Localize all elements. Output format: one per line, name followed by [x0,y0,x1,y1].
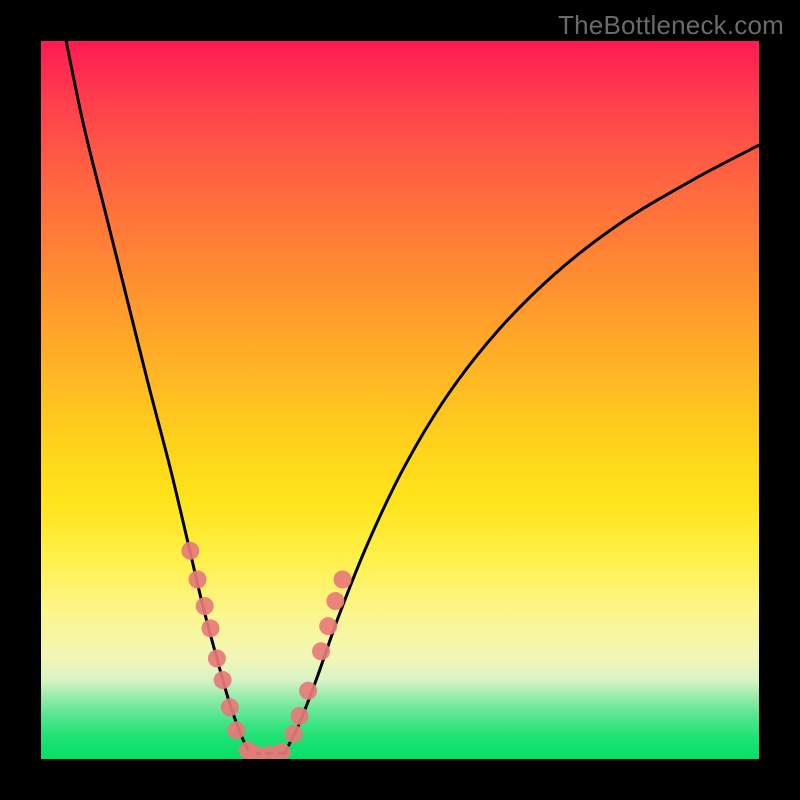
points-layer [41,41,759,759]
marker-markers-left [201,619,219,637]
marker-markers-left [181,542,199,560]
marker-markers-left [214,671,232,689]
marker-markers-bottom [273,743,291,759]
marker-markers-right [326,592,344,610]
chart-stage: TheBottleneck.com [0,0,800,800]
marker-markers-left [227,721,245,739]
marker-markers-right [290,707,308,725]
watermark-text: TheBottleneck.com [558,10,784,41]
marker-markers-left [196,597,214,615]
marker-markers-right [312,642,330,660]
marker-markers-right [299,682,317,700]
marker-markers-right [334,571,352,589]
marker-markers-left [189,571,207,589]
plot-area [41,41,759,759]
marker-markers-left [221,698,239,716]
marker-markers-right [319,617,337,635]
marker-markers-left [208,649,226,667]
marker-markers-right [285,725,303,743]
